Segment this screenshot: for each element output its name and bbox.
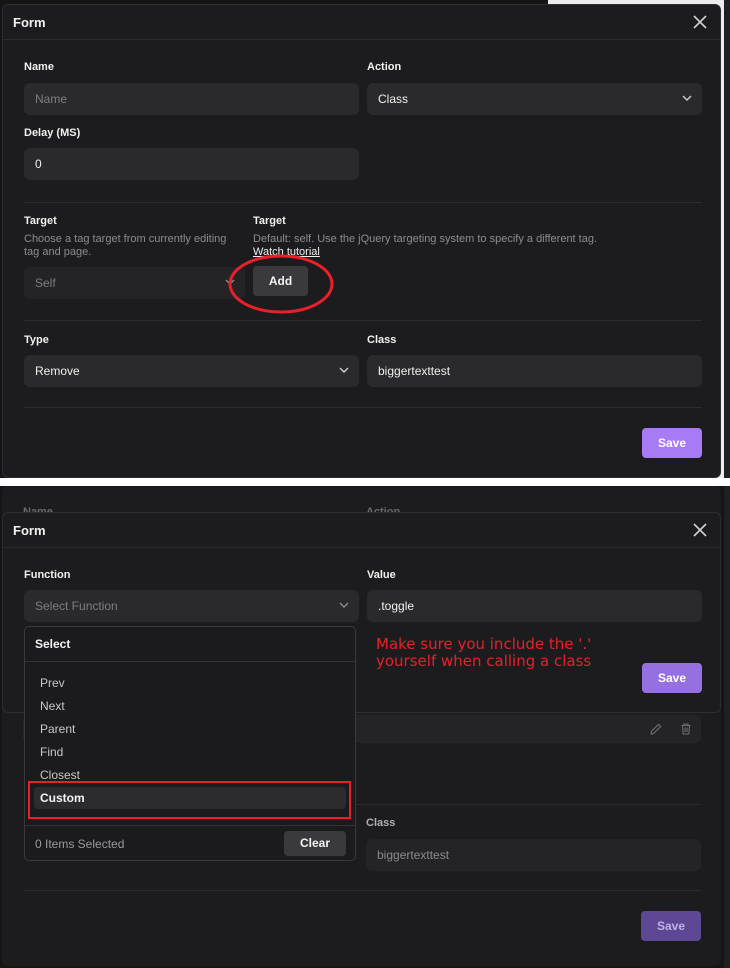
image-separator xyxy=(0,478,730,486)
background-strip-dark xyxy=(724,0,730,478)
type-select-value: Remove xyxy=(35,364,80,378)
form-modal: Form Name Name Action Class Delay (MS) 0… xyxy=(2,4,721,478)
modal-header: Form xyxy=(3,513,720,548)
behind-save-button: Save xyxy=(641,911,701,941)
modal-title: Form xyxy=(13,15,46,30)
save-button[interactable]: Save xyxy=(642,428,702,458)
target-select-help: Choose a tag target from currently editi… xyxy=(24,233,227,258)
behind-class-input: biggertexttest xyxy=(366,839,701,871)
name-input[interactable]: Name xyxy=(24,83,359,115)
type-select[interactable]: Remove xyxy=(24,355,359,387)
selected-count: 0 Items Selected xyxy=(35,837,125,851)
class-label: Class xyxy=(367,334,397,346)
trash-icon[interactable] xyxy=(679,722,693,736)
dropdown-option-closest[interactable]: Closest xyxy=(40,768,80,782)
target-custom-label: Target xyxy=(253,215,286,227)
dropdown-header: Select xyxy=(35,637,71,651)
action-select[interactable]: Class xyxy=(367,83,702,115)
behind-class-label: Class xyxy=(366,817,396,829)
dropdown-option-parent[interactable]: Parent xyxy=(40,722,75,736)
highlight-circle-annotation xyxy=(228,254,334,314)
save-button[interactable]: Save xyxy=(642,663,702,693)
action-label: Action xyxy=(367,61,402,73)
function-select-placeholder: Select Function xyxy=(35,599,118,613)
bottom-screenshot: Name Action Class biggertexttest Save Fo… xyxy=(0,486,730,968)
chevron-down-icon xyxy=(682,95,692,101)
function-select[interactable]: Select Function xyxy=(24,590,359,622)
value-input[interactable]: .toggle xyxy=(367,590,702,622)
edit-icon[interactable] xyxy=(649,722,663,736)
highlight-box-annotation xyxy=(28,781,351,819)
divider xyxy=(24,202,702,203)
function-dropdown: Select Prev Next Parent Find Closest Cus… xyxy=(24,626,356,861)
dropdown-option-prev[interactable]: Prev xyxy=(40,676,65,690)
dropdown-option-find[interactable]: Find xyxy=(40,745,63,759)
name-label: Name xyxy=(24,61,54,73)
divider xyxy=(24,407,702,408)
modal-header: Form xyxy=(3,5,720,40)
type-label: Type xyxy=(24,334,49,346)
target-select-value: Self xyxy=(35,276,56,290)
delay-input[interactable]: 0 xyxy=(24,148,359,180)
annotation-line: Make sure you include the '.' xyxy=(376,635,592,653)
chevron-down-icon xyxy=(339,602,349,608)
value-label: Value xyxy=(367,569,396,581)
chevron-down-icon xyxy=(339,367,349,373)
dropdown-option-next[interactable]: Next xyxy=(40,699,65,713)
divider xyxy=(25,661,355,662)
close-icon[interactable] xyxy=(692,14,708,30)
divider xyxy=(24,320,702,321)
function-label: Function xyxy=(24,569,71,581)
action-select-value: Class xyxy=(378,92,409,106)
top-screenshot: Form Name Name Action Class Delay (MS) 0… xyxy=(0,0,730,478)
target-select-label: Target xyxy=(24,215,57,227)
class-input[interactable]: biggertexttest xyxy=(367,355,702,387)
annotation-note: Make sure you include the '.' yourself w… xyxy=(376,636,591,670)
divider xyxy=(23,890,701,891)
target-select[interactable]: Self xyxy=(24,267,245,299)
divider xyxy=(25,825,355,826)
background-strip-dark xyxy=(724,486,730,968)
modal-title: Form xyxy=(13,523,46,538)
close-icon[interactable] xyxy=(692,522,708,538)
annotation-line: yourself when calling a class xyxy=(376,652,592,670)
clear-button[interactable]: Clear xyxy=(284,831,346,856)
target-custom-help-text: Default: self. Use the jQuery targeting … xyxy=(253,233,598,245)
delay-label: Delay (MS) xyxy=(24,127,81,139)
